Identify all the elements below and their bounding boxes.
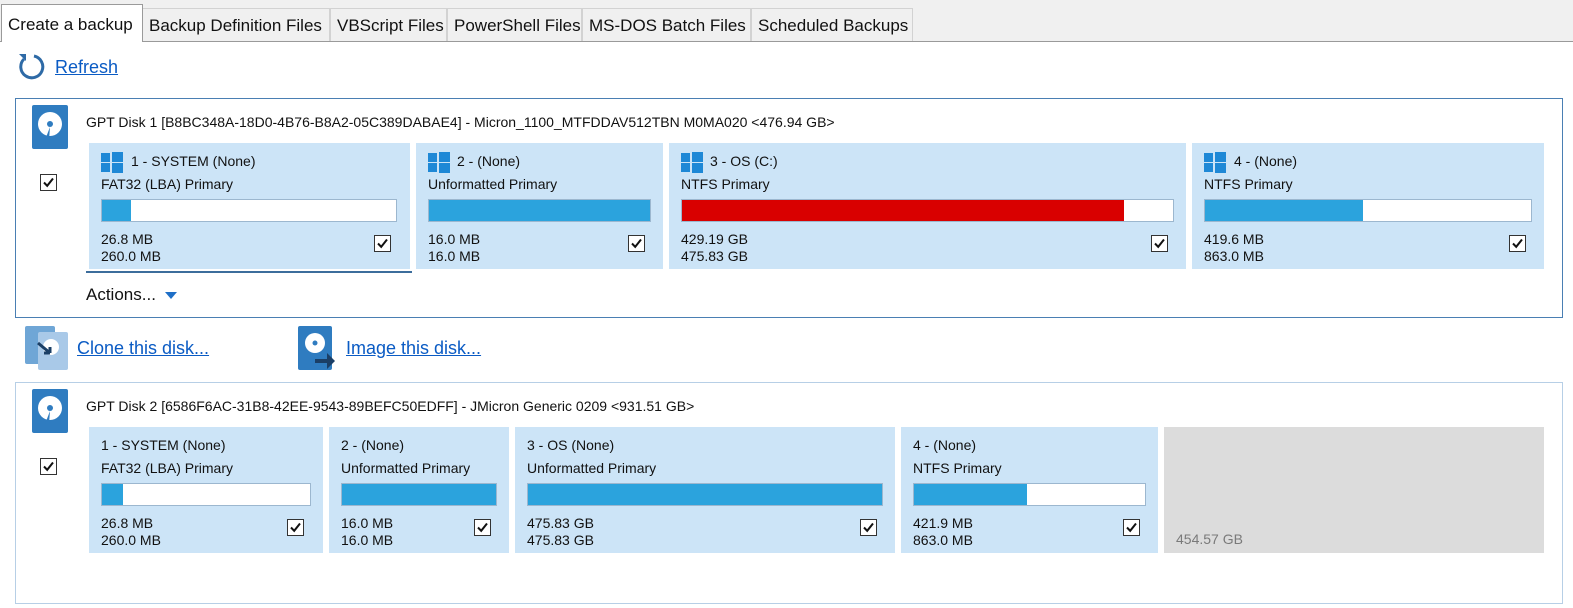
- usage-bar: [1204, 199, 1532, 222]
- actions-menu[interactable]: Actions...: [86, 285, 177, 305]
- used-space: 419.6 MB: [1204, 231, 1264, 247]
- partition-type: Unformatted Primary: [428, 176, 558, 192]
- partition-title: 2 - (None): [457, 153, 521, 169]
- image-disk-icon[interactable]: [297, 325, 337, 371]
- partition-checkbox[interactable]: [1509, 235, 1526, 252]
- partition-type: NTFS Primary: [681, 176, 770, 192]
- windows-icon: [681, 152, 703, 173]
- partition-checkbox[interactable]: [628, 235, 645, 252]
- usage-bar: [341, 483, 497, 506]
- unallocated-space[interactable]: 454.57 GB: [1164, 427, 1544, 553]
- hard-disk-icon: [32, 105, 68, 149]
- total-space: 16.0 MB: [341, 532, 394, 548]
- tab-bar: Create a backup Backup Definition Files …: [0, 0, 1573, 42]
- disk-2-partition-3[interactable]: 3 - OS (None) Unformatted Primary 475.83…: [515, 427, 895, 553]
- partition-title: 1 - SYSTEM (None): [131, 153, 256, 169]
- caret-down-icon: [164, 291, 177, 299]
- disk-2-partition-2[interactable]: 2 - (None) Unformatted Primary 16.0 MB 1…: [329, 427, 509, 553]
- total-space: 475.83 GB: [527, 532, 594, 548]
- hard-disk-icon: [32, 389, 68, 433]
- clone-disk-icon[interactable]: [24, 325, 70, 371]
- usage-bar: [428, 199, 651, 222]
- disk-2-title: GPT Disk 2 [6586F6AC-31B8-42EE-9543-89BE…: [86, 398, 695, 414]
- usage-bar-fill: [102, 484, 123, 505]
- disk-1-title: GPT Disk 1 [B8BC348A-18D0-4B76-B8A2-05C3…: [86, 114, 835, 130]
- usage-bar: [527, 483, 883, 506]
- used-space: 26.8 MB: [101, 231, 154, 247]
- usage-bar-fill: [342, 484, 496, 505]
- partition-checkbox[interactable]: [860, 519, 877, 536]
- total-space: 260.0 MB: [101, 248, 161, 264]
- partition-checkbox[interactable]: [1123, 519, 1140, 536]
- actions-label: Actions...: [86, 285, 156, 304]
- usage-bar: [681, 199, 1174, 222]
- disk-1-checkbox[interactable]: [40, 174, 57, 191]
- tab-powershell-files[interactable]: PowerShell Files: [447, 8, 582, 41]
- tab-scheduled-backups[interactable]: Scheduled Backups: [751, 8, 913, 41]
- usage-bar-fill: [914, 484, 1028, 505]
- usage-bar: [101, 199, 397, 222]
- used-space: 26.8 MB: [101, 515, 154, 531]
- usage-bar-fill: [1205, 200, 1364, 221]
- partition-title: 4 - (None): [913, 437, 977, 453]
- partition-title: 1 - SYSTEM (None): [101, 437, 226, 453]
- total-space: 863.0 MB: [1204, 248, 1264, 264]
- refresh-link[interactable]: Refresh: [55, 57, 118, 78]
- selected-partition-indicator: [86, 271, 412, 273]
- partition-title: 3 - OS (C:): [710, 153, 778, 169]
- tab-msdos-batch-files[interactable]: MS-DOS Batch Files: [582, 8, 751, 41]
- clone-disk-link[interactable]: Clone this disk...: [77, 338, 209, 359]
- used-space: 421.9 MB: [913, 515, 973, 531]
- partition-title: 4 - (None): [1234, 153, 1298, 169]
- unallocated-size: 454.57 GB: [1176, 531, 1243, 547]
- partition-checkbox[interactable]: [1151, 235, 1168, 252]
- disk-2-checkbox[interactable]: [40, 458, 57, 475]
- disk-1-partition-1[interactable]: 1 - SYSTEM (None) FAT32 (LBA) Primary 26…: [89, 143, 410, 269]
- disk-1-partition-3[interactable]: 3 - OS (C:) NTFS Primary 429.19 GB 475.8…: [669, 143, 1186, 269]
- partition-type: Unformatted Primary: [527, 460, 657, 476]
- image-disk-link[interactable]: Image this disk...: [346, 338, 481, 359]
- usage-bar: [101, 483, 311, 506]
- partition-type: NTFS Primary: [913, 460, 1002, 476]
- refresh-icon[interactable]: [15, 51, 45, 81]
- usage-bar-fill: [682, 200, 1124, 221]
- partition-title: 2 - (None): [341, 437, 405, 453]
- usage-bar-fill: [429, 200, 650, 221]
- windows-icon: [1204, 152, 1226, 173]
- partition-title: 3 - OS (None): [527, 437, 615, 453]
- partition-type: Unformatted Primary: [341, 460, 471, 476]
- disk-1-partition-2[interactable]: 2 - (None) Unformatted Primary 16.0 MB 1…: [416, 143, 663, 269]
- partition-type: FAT32 (LBA) Primary: [101, 176, 233, 192]
- usage-bar-fill: [528, 484, 882, 505]
- total-space: 475.83 GB: [681, 248, 748, 264]
- used-space: 16.0 MB: [341, 515, 394, 531]
- total-space: 863.0 MB: [913, 532, 973, 548]
- tab-backup-definition-files[interactable]: Backup Definition Files: [142, 8, 330, 41]
- partition-checkbox[interactable]: [374, 235, 391, 252]
- total-space: 260.0 MB: [101, 532, 161, 548]
- partition-type: NTFS Primary: [1204, 176, 1293, 192]
- disk-2-partition-4[interactable]: 4 - (None) NTFS Primary 421.9 MB 863.0 M…: [901, 427, 1158, 553]
- tab-create-backup[interactable]: Create a backup: [1, 4, 143, 42]
- windows-icon: [428, 152, 450, 173]
- usage-bar: [913, 483, 1146, 506]
- total-space: 16.0 MB: [428, 248, 481, 264]
- partition-checkbox[interactable]: [474, 519, 491, 536]
- partition-checkbox[interactable]: [287, 519, 304, 536]
- used-space: 16.0 MB: [428, 231, 481, 247]
- usage-bar-fill: [102, 200, 132, 221]
- windows-icon: [101, 152, 123, 173]
- used-space: 475.83 GB: [527, 515, 594, 531]
- used-space: 429.19 GB: [681, 231, 748, 247]
- tab-vbscript-files[interactable]: VBScript Files: [330, 8, 447, 41]
- disk-2-partition-1[interactable]: 1 - SYSTEM (None) FAT32 (LBA) Primary 26…: [89, 427, 323, 553]
- disk-1-partition-4[interactable]: 4 - (None) NTFS Primary 419.6 MB 863.0 M…: [1192, 143, 1544, 269]
- partition-type: FAT32 (LBA) Primary: [101, 460, 233, 476]
